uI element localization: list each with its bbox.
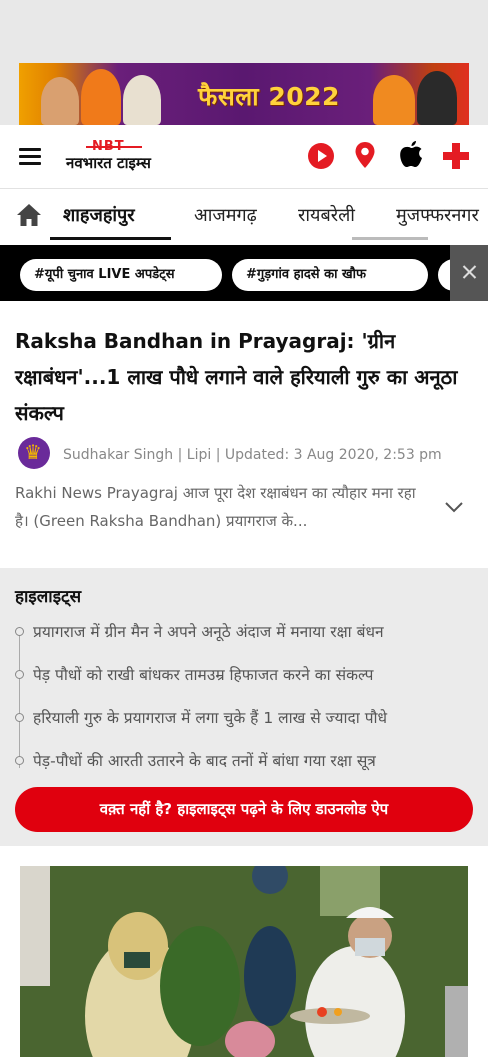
ad-text: फैसला 2022 xyxy=(198,82,340,111)
close-icon[interactable] xyxy=(450,245,488,301)
article-photo xyxy=(20,866,468,1057)
article-summary: Rakhi News Prayagraj आज पूरा देश रक्षाबं… xyxy=(15,484,416,530)
menu-icon[interactable] xyxy=(19,148,41,166)
play-icon[interactable] xyxy=(308,143,334,169)
nav-active-indicator xyxy=(50,237,171,240)
home-icon[interactable] xyxy=(16,203,42,227)
nav-item-muzaffarnagar[interactable]: मुजफ्फरनगर xyxy=(396,203,479,227)
highlight-text: हरियाली गुरु के प्रयागराज में लगा चुके ह… xyxy=(33,709,388,727)
site-logo[interactable]: NBT नवभारत टाइम्स xyxy=(66,139,176,175)
nav-item-shahjahanpur[interactable]: शाहजहांपुर xyxy=(63,203,135,227)
nav-item-azamgarh[interactable]: आजमगढ़ xyxy=(194,203,257,227)
trending-tag[interactable]: #यूपी चुनाव LIVE अपडेट्स xyxy=(20,259,222,291)
nav-item-raebareli[interactable]: रायबरेली xyxy=(298,203,355,227)
city-nav: शाहजहांपुर आजमगढ़ रायबरेली मुजफ्फरनगर xyxy=(0,189,488,245)
ad-person-image xyxy=(41,77,79,125)
chevron-down-icon[interactable] xyxy=(444,501,464,513)
site-header: NBT नवभारत टाइम्स xyxy=(0,125,488,189)
trending-tag[interactable]: #गुड़गांव हादसे का खौफ xyxy=(232,259,428,291)
location-icon[interactable] xyxy=(354,141,376,169)
article-byline: Sudhakar Singh | Lipi | Updated: 3 Aug 2… xyxy=(63,447,442,463)
bullet-icon xyxy=(15,670,24,679)
ad-person-image xyxy=(123,75,161,125)
highlight-text: पेड़ पौधों को राखी बांधकर तामउम्र हिफाजत… xyxy=(33,666,374,684)
article-header: Raksha Bandhan in Prayagraj: 'ग्रीन रक्ष… xyxy=(0,301,488,568)
ad-person-image xyxy=(373,75,415,125)
highlights-timeline xyxy=(19,628,20,768)
highlights-section: हाइलाइट्स प्रयागराज में ग्रीन मैन ने अपन… xyxy=(0,568,488,846)
highlight-text: प्रयागराज में ग्रीन मैन ने अपने अनूठे अं… xyxy=(33,623,384,641)
ad-banner[interactable]: फैसला 2022 xyxy=(19,63,469,125)
author-avatar[interactable] xyxy=(18,437,50,469)
logo-name: नवभारत टाइम्स xyxy=(66,154,151,172)
logo-badge: NBT xyxy=(92,139,125,154)
article-headline: Raksha Bandhan in Prayagraj: 'ग्रीन रक्ष… xyxy=(15,329,458,425)
trending-bar: #यूपी चुनाव LIVE अपडेट्स #गुड़गांव हादसे… xyxy=(0,245,488,301)
bullet-icon xyxy=(15,756,24,765)
bullet-icon xyxy=(15,627,24,636)
highlight-text: पेड़-पौधों की आरती उतारने के बाद तनों मे… xyxy=(33,752,376,770)
ad-person-image xyxy=(81,69,121,125)
bullet-icon xyxy=(15,713,24,722)
ad-person-image xyxy=(417,71,457,125)
nav-scrollbar[interactable] xyxy=(352,237,428,240)
download-app-button[interactable]: वक़्त नहीं है? हाइलाइट्स पढ़ने के लिए डा… xyxy=(15,787,473,832)
article-image[interactable] xyxy=(20,866,468,1057)
plus-icon[interactable] xyxy=(443,143,469,169)
highlights-title: हाइलाइट्स xyxy=(15,587,82,607)
apple-icon[interactable] xyxy=(398,139,424,169)
